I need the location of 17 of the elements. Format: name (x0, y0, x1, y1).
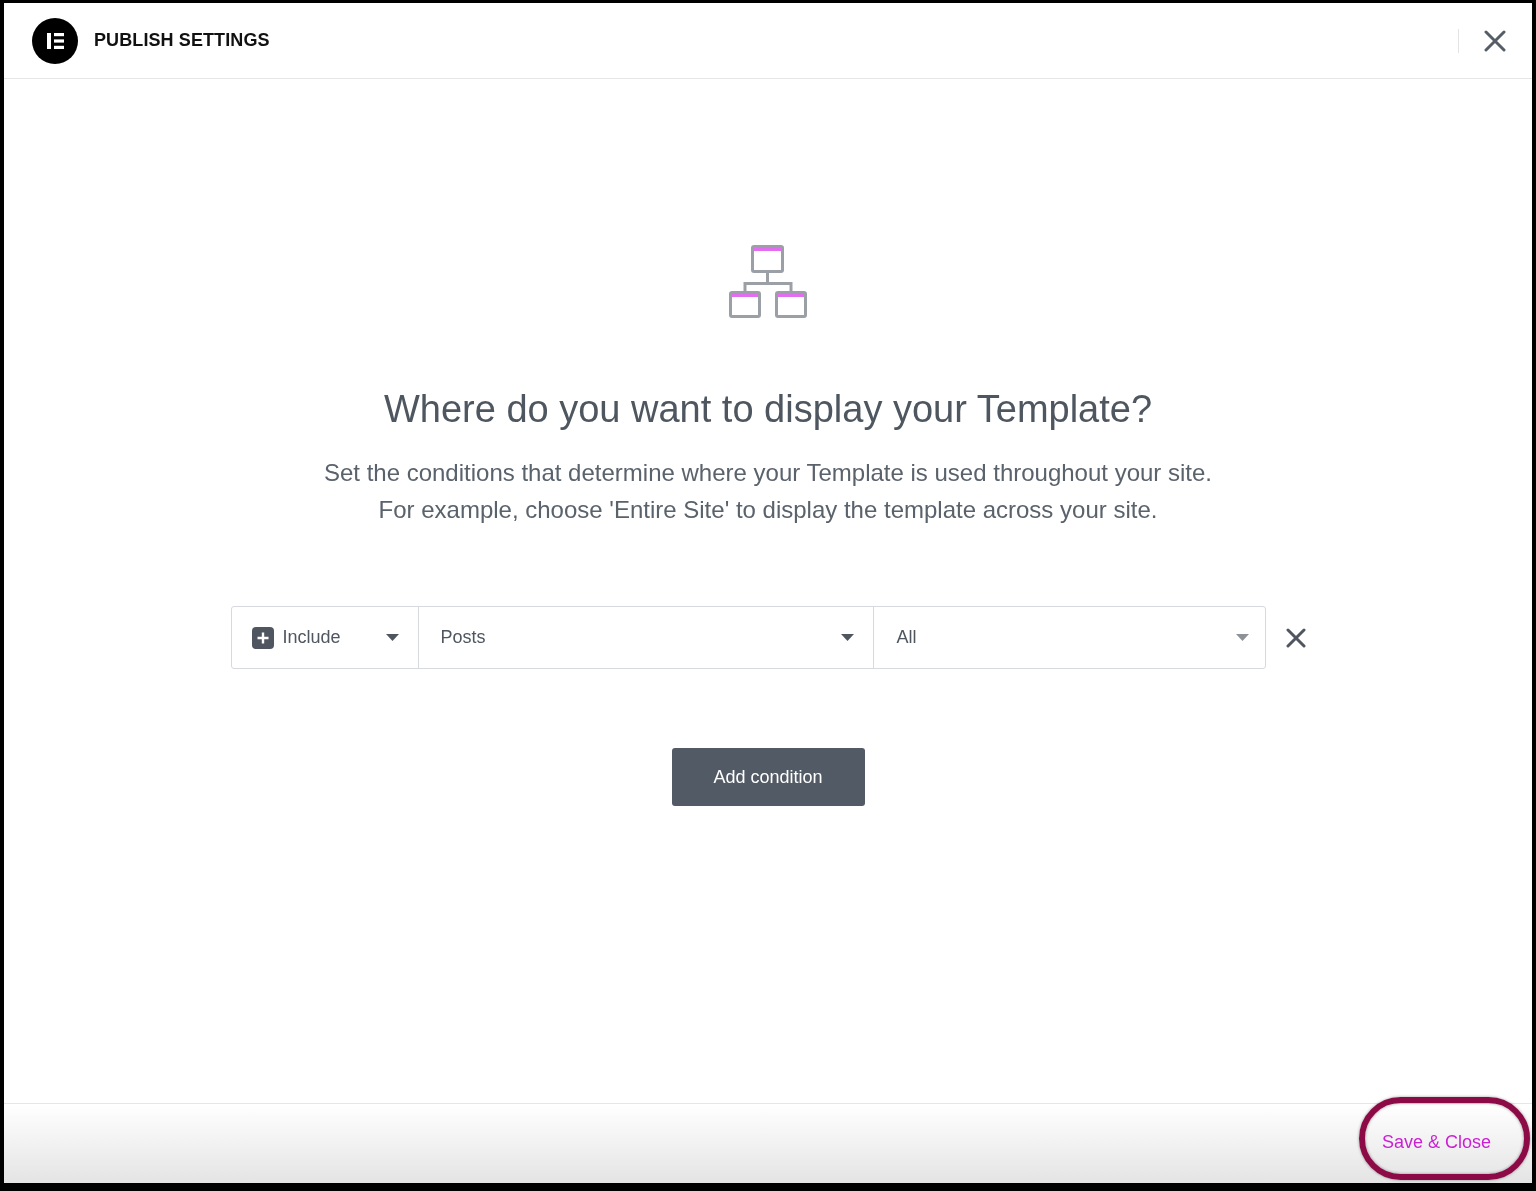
dialog-heading: Where do you want to display your Template? (383, 387, 1153, 432)
close-icon[interactable] (1484, 29, 1506, 52)
condition-rule-select[interactable]: Posts (417, 606, 874, 669)
plus-icon (251, 626, 274, 649)
condition-sub-rule-select[interactable]: All (872, 606, 1266, 669)
cross-icon[interactable] (1285, 627, 1306, 648)
caret-icon (1235, 634, 1249, 641)
dialog-title: PUBLISH SETTINGS (94, 30, 271, 51)
hierarchy-icon (729, 245, 807, 318)
add-condition-button[interactable]: Add condition (671, 748, 865, 806)
save-and-close-button[interactable]: Save & Close (1381, 1132, 1491, 1153)
description-text: For example, choose 'Entire Site' to display the template across your site. (378, 495, 1158, 525)
caret-icon (840, 634, 854, 641)
description-text: Set the conditions that determine where your Template is used throughout your site. (323, 458, 1213, 488)
condition-mode-select[interactable]: Include (230, 606, 419, 669)
logo-icon (32, 17, 78, 64)
caret-icon (385, 634, 399, 641)
